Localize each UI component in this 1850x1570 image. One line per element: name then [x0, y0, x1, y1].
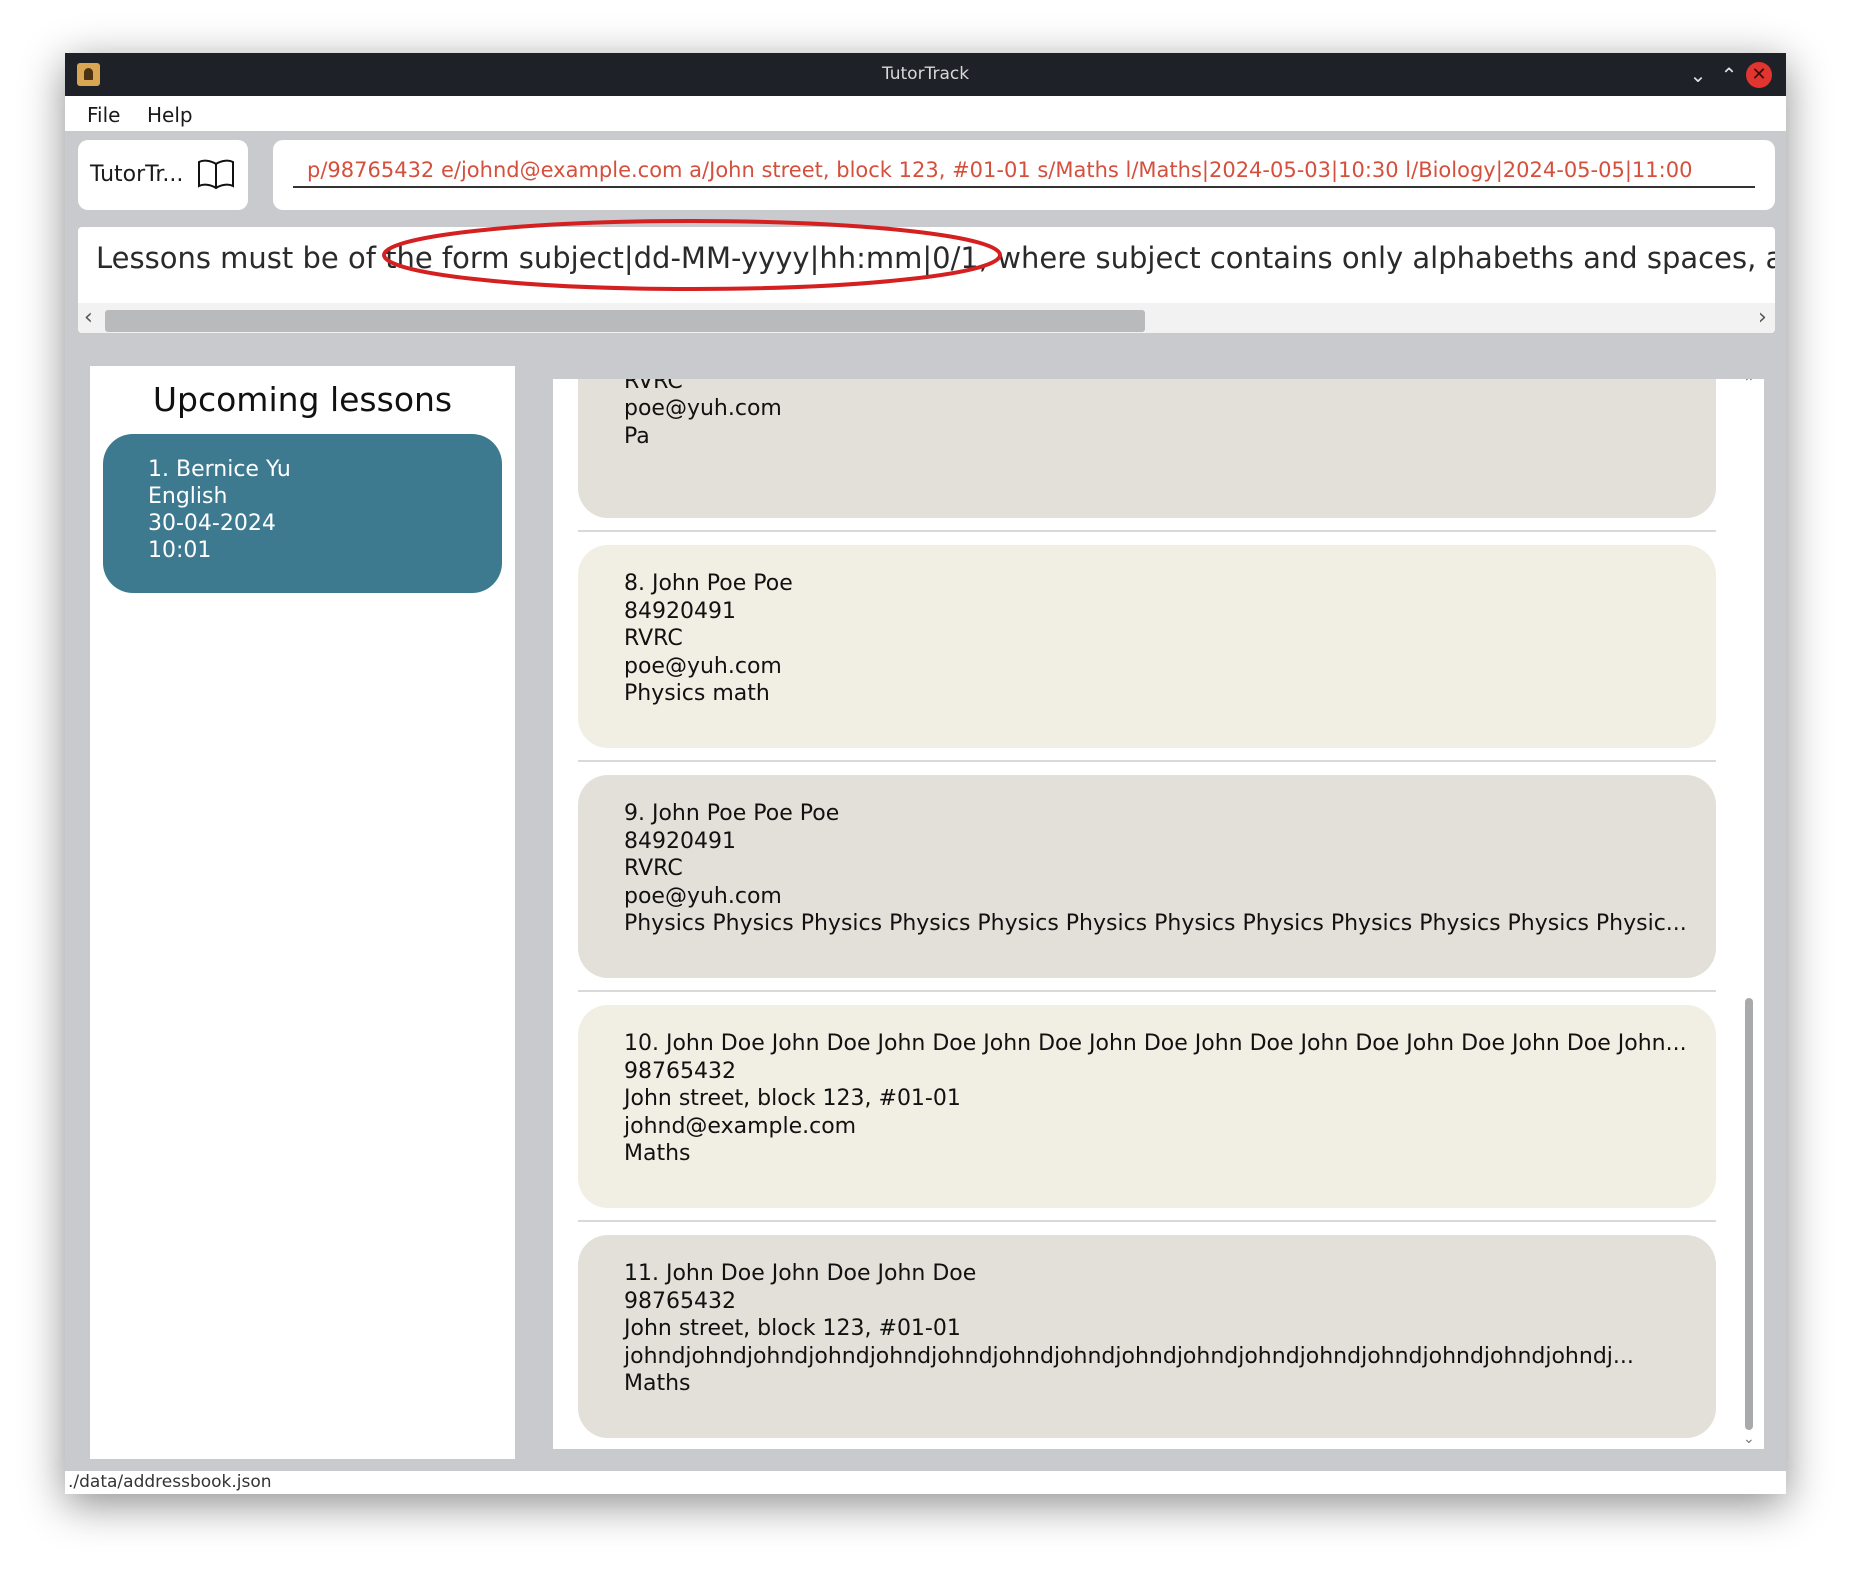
person-email: johnd@example.com	[624, 1113, 857, 1139]
person-phone: 98765432	[624, 1288, 736, 1314]
person-subjects: Pa	[624, 423, 650, 449]
person-list-panel: 84920491 RVRC poe@yuh.com Pa 8. John Poe…	[553, 379, 1764, 1449]
person-address: John street, block 123, #01-01	[624, 1316, 961, 1341]
lesson-date: 30-04-2024	[148, 511, 276, 536]
person-email: poe@yuh.com	[624, 883, 782, 909]
lesson-card[interactable]: 1. Bernice Yu English 30-04-2024 10:01	[103, 434, 502, 593]
person-card[interactable]: 84920491 RVRC poe@yuh.com Pa	[578, 379, 1716, 518]
person-address: RVRC	[624, 379, 683, 394]
maximize-icon[interactable]: ⌃	[1716, 62, 1742, 88]
person-email: johndjohndjohndjohndjohndjohndjohndjohnd…	[624, 1343, 1634, 1369]
title-bar[interactable]: TutorTrack ⌄ ⌃ ✕	[65, 53, 1786, 96]
close-icon[interactable]: ✕	[1746, 62, 1772, 88]
lesson-time: 10:01	[148, 538, 212, 563]
person-subjects: Maths	[624, 1141, 691, 1166]
status-bar: ./data/addressbook.json	[65, 1471, 1786, 1494]
list-divider	[578, 1220, 1716, 1222]
person-phone: 98765432	[624, 1058, 736, 1084]
upcoming-lessons-panel: Upcoming lessons 1. Bernice Yu English 3…	[90, 366, 515, 1459]
person-card[interactable]: 8. John Poe Poe 84920491 RVRC poe@yuh.co…	[578, 545, 1716, 748]
lesson-student: 1. Bernice Yu	[148, 457, 291, 482]
lesson-subject: English	[148, 484, 228, 509]
command-input[interactable]: p/98765432 e/johnd@example.com a/John st…	[293, 152, 1755, 188]
list-divider	[578, 760, 1716, 762]
result-horizontal-scrollbar[interactable]: ‹ ›	[78, 303, 1775, 333]
person-list-scrollbar[interactable]: ⌃ ⌄	[1741, 379, 1757, 1449]
menu-help[interactable]: Help	[147, 103, 193, 127]
person-name: 10. John Doe John Doe John Doe John Doe …	[624, 1031, 1687, 1056]
person-name: 11. John Doe John Doe John Doe	[624, 1261, 977, 1286]
person-subjects: Physics math	[624, 681, 770, 706]
person-address: RVRC	[624, 856, 683, 881]
person-card[interactable]: 10. John Doe John Doe John Doe John Doe …	[578, 1005, 1716, 1208]
scroll-down-icon[interactable]: ⌄	[1743, 1431, 1755, 1447]
person-name: 9. John Poe Poe Poe	[624, 801, 840, 826]
scrollbar-thumb[interactable]	[105, 310, 1145, 332]
person-phone: 84920491	[624, 828, 736, 854]
app-window: TutorTrack ⌄ ⌃ ✕ File Help TutorTr... p/…	[65, 53, 1786, 1494]
person-email: poe@yuh.com	[624, 396, 782, 421]
person-subjects: Physics Physics Physics Physics Physics …	[624, 911, 1687, 936]
person-phone: 84920491	[624, 598, 736, 624]
person-card[interactable]: 9. John Poe Poe Poe 84920491 RVRC poe@yu…	[578, 775, 1716, 978]
menu-bar: File Help	[65, 96, 1786, 131]
logo-box: TutorTr...	[78, 140, 248, 210]
person-name: 8. John Poe Poe	[624, 571, 793, 596]
person-email: poe@yuh.com	[624, 653, 782, 679]
list-divider	[578, 530, 1716, 532]
list-divider	[578, 990, 1716, 992]
command-box: p/98765432 e/johnd@example.com a/John st…	[273, 140, 1775, 210]
menu-file[interactable]: File	[87, 103, 120, 127]
scroll-left-icon[interactable]: ‹	[84, 305, 93, 330]
scroll-up-icon[interactable]: ⌃	[1743, 379, 1755, 391]
person-address: John street, block 123, #01-01	[624, 1086, 961, 1111]
window-title: TutorTrack	[881, 64, 970, 84]
scroll-right-icon[interactable]: ›	[1758, 305, 1767, 330]
highlight-oval	[382, 219, 1002, 291]
person-address: RVRC	[624, 626, 683, 651]
save-location: ./data/addressbook.json	[68, 1472, 272, 1492]
logo-text: TutorTr...	[90, 162, 184, 187]
scrollbar-thumb[interactable]	[1745, 998, 1753, 1430]
person-subjects: Maths	[624, 1371, 691, 1396]
lessons-title: Upcoming lessons	[152, 380, 453, 419]
person-card[interactable]: 11. John Doe John Doe John Doe 98765432 …	[578, 1235, 1716, 1438]
minimize-icon[interactable]: ⌄	[1685, 62, 1711, 88]
book-icon	[198, 159, 234, 190]
